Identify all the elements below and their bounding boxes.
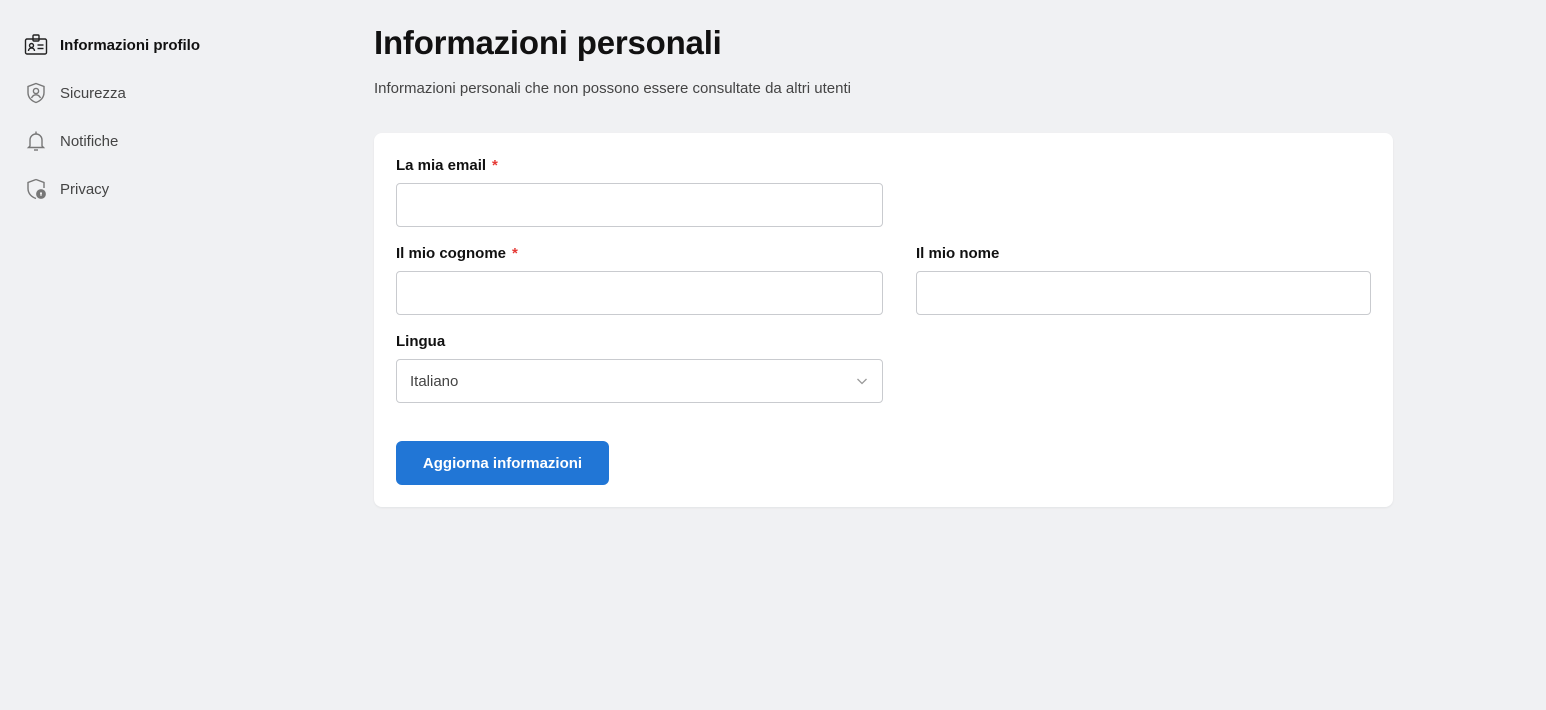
sidebar-item-label: Notifiche xyxy=(60,132,119,150)
shield-user-icon xyxy=(24,81,48,105)
shield-lock-icon xyxy=(24,177,48,201)
cognome-field[interactable] xyxy=(396,271,883,315)
lingua-label: Lingua xyxy=(396,333,445,350)
sidebar-item-informazioni-profilo[interactable]: Informazioni profilo xyxy=(24,30,200,60)
bell-icon xyxy=(24,129,48,153)
email-label: La mia email * xyxy=(396,157,498,174)
nome-label: Il mio nome xyxy=(916,245,999,262)
aggiorna-informazioni-button[interactable]: Aggiorna informazioni xyxy=(396,441,609,485)
nome-field[interactable] xyxy=(916,271,1371,315)
cognome-label: Il mio cognome * xyxy=(396,245,518,262)
profile-form-card: La mia email * Il mio cognome * Il mio nom… xyxy=(374,133,1393,507)
lingua-select[interactable]: Italiano xyxy=(396,359,883,403)
required-mark: * xyxy=(492,157,498,174)
sidebar-item-privacy[interactable]: Privacy xyxy=(24,174,109,204)
chevron-down-icon xyxy=(855,374,869,388)
sidebar-item-label: Privacy xyxy=(60,180,110,198)
lingua-label-text: Lingua xyxy=(396,333,446,350)
sidebar-item-notifiche[interactable]: Notifiche xyxy=(24,126,118,156)
sidebar-item-sicurezza[interactable]: Sicurezza xyxy=(24,78,126,108)
sidebar-item-label: Sicurezza xyxy=(60,84,126,102)
sidebar-item-label: Informazioni profilo xyxy=(60,36,200,54)
required-mark: * xyxy=(512,245,518,262)
cognome-label-text: Il mio cognome xyxy=(396,245,507,262)
nome-label-text: Il mio nome xyxy=(916,245,1000,262)
id-card-icon xyxy=(24,33,48,57)
lingua-selected-value: Italiano xyxy=(410,372,459,390)
page-title: Informazioni personali xyxy=(374,24,722,61)
sidebar: Informazioni profilo Sicurezza Notifiche xyxy=(0,0,340,710)
email-field[interactable] xyxy=(396,183,883,227)
email-label-text: La mia email xyxy=(396,157,487,174)
page-subtitle: Informazioni personali che non possono e… xyxy=(374,80,851,97)
